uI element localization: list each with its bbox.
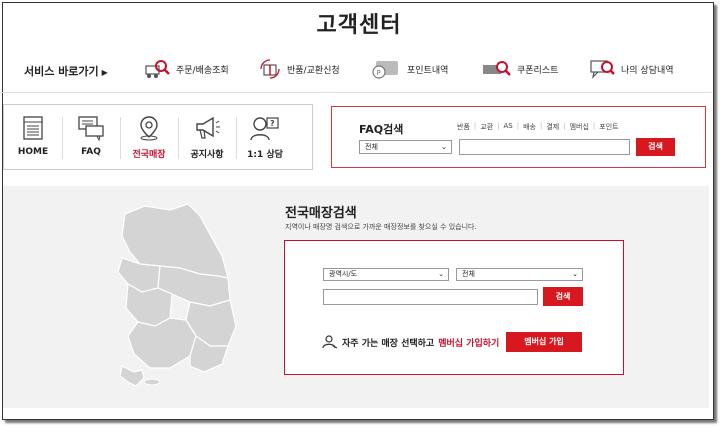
faq-link-exchange[interactable]: 교환 (480, 122, 493, 132)
gift-return-icon (260, 59, 280, 79)
divider (0, 92, 712, 93)
coupon-search-icon (483, 61, 511, 76)
nav-label: 공지사항 (190, 150, 224, 160)
faq-title: FAQ검색 (359, 123, 404, 136)
nav-label: 전국매장 (132, 150, 166, 160)
service-order-tracking[interactable]: 주문/배송조회 (145, 56, 229, 82)
service-item-label: 쿠폰리스트 (517, 65, 559, 76)
faq-link-payment[interactable]: 결제 (546, 122, 559, 132)
faq-select-value: 전체 (365, 143, 378, 151)
svg-text:?: ? (270, 119, 275, 128)
document-icon (23, 116, 43, 140)
faq-link-delivery[interactable]: 배송 (523, 122, 536, 132)
chevron-down-icon: ⌄ (441, 143, 447, 151)
service-item-label: 주문/배송조회 (176, 65, 229, 76)
district-select-value: 전체 (462, 270, 475, 278)
faq-link-point[interactable]: 포인트 (599, 122, 618, 132)
chevron-right-icon: ▶ (101, 68, 108, 77)
faq-search-panel: FAQ검색 반품 | 교환 | AS | 배송 | 결제 | 멤버십 | 포인트 전체 ⌄ … (331, 106, 706, 168)
truck-search-icon (145, 60, 170, 78)
faq-category-select[interactable]: 전체 ⌄ (359, 140, 452, 154)
separator: | (592, 122, 596, 130)
membership-join-link[interactable]: 멤버십 가입하기 (438, 336, 499, 349)
store-search-input[interactable] (323, 289, 538, 305)
person-question-icon: ? (250, 117, 279, 141)
service-label-text: 서비스 바로가기 (24, 65, 99, 78)
megaphone-icon (196, 116, 220, 139)
service-item-label: 나의 상담내역 (621, 65, 674, 76)
korea-map[interactable] (100, 196, 270, 396)
nav-label: 1:1 상담 (247, 150, 283, 160)
nav-label: FAQ (81, 147, 101, 157)
separator: | (473, 122, 477, 130)
membership-join-button[interactable]: 멤버십 가입 (506, 332, 582, 352)
region-select[interactable]: 광역시/도 ⌄ (323, 268, 449, 281)
separator: | (497, 122, 500, 130)
nav-home[interactable]: HOME (4, 105, 62, 169)
faq-link-as[interactable]: AS (504, 122, 513, 132)
store-search-title: 전국매장검색 (285, 206, 357, 221)
store-search-description: 지역이나 매장명 검색으로 가까운 매장정보를 찾으실 수 있습니다. (285, 223, 477, 231)
membership-prompt-text: 자주 가는 매장 선택하고 (342, 338, 435, 349)
store-search-button[interactable]: 검색 (543, 287, 583, 306)
service-return-exchange[interactable]: 반품/교환신청 (258, 56, 340, 82)
point-card-icon: P (372, 61, 398, 79)
district-select[interactable]: 전체 ⌄ (456, 268, 583, 281)
nav-stores[interactable]: 전국매장 (120, 105, 178, 169)
membership-prompt: 자주 가는 매장 선택하고 멤버십 가입하기 (322, 335, 499, 349)
service-point-history[interactable]: P 포인트내역 (370, 56, 448, 82)
service-item-label: 포인트내역 (407, 65, 449, 76)
chevron-down-icon: ⌄ (572, 270, 578, 278)
nav-notice[interactable]: 공지사항 (178, 105, 236, 169)
faq-category-links: 반품 | 교환 | AS | 배송 | 결제 | 멤버십 | 포인트 (457, 122, 619, 132)
nav-faq[interactable]: FAQ (62, 105, 120, 169)
region-select-value: 광역시/도 (329, 270, 358, 278)
separator: | (563, 122, 566, 130)
faq-search-button[interactable]: 검색 (636, 138, 675, 156)
page-title: 고객센터 (316, 13, 402, 38)
location-pin-icon (140, 116, 158, 141)
separator: | (516, 122, 520, 130)
chevron-down-icon: ⌄ (438, 270, 444, 278)
faq-link-membership[interactable]: 멤버십 (570, 122, 589, 132)
svg-text:P: P (377, 69, 381, 77)
chat-search-icon (590, 60, 615, 79)
nav-one-on-one[interactable]: ? 1:1 상담 (236, 105, 294, 169)
store-search-panel (284, 240, 624, 375)
person-icon (322, 335, 338, 349)
service-coupon-list[interactable]: 쿠폰리스트 (482, 56, 558, 82)
service-shortcuts-label: 서비스 바로가기 ▶ (24, 63, 108, 79)
service-consult-history[interactable]: 나의 상담내역 (590, 56, 674, 82)
nav-label: HOME (17, 147, 49, 157)
chat-bubbles-icon (78, 116, 104, 141)
service-item-label: 반품/교환신청 (287, 65, 340, 76)
separator: | (539, 122, 543, 130)
faq-link-return[interactable]: 반품 (457, 122, 470, 132)
customer-center-nav: HOME FAQ 전국매장 공지사항 ? 1:1 상담 (3, 104, 313, 170)
faq-search-input[interactable] (459, 139, 630, 155)
